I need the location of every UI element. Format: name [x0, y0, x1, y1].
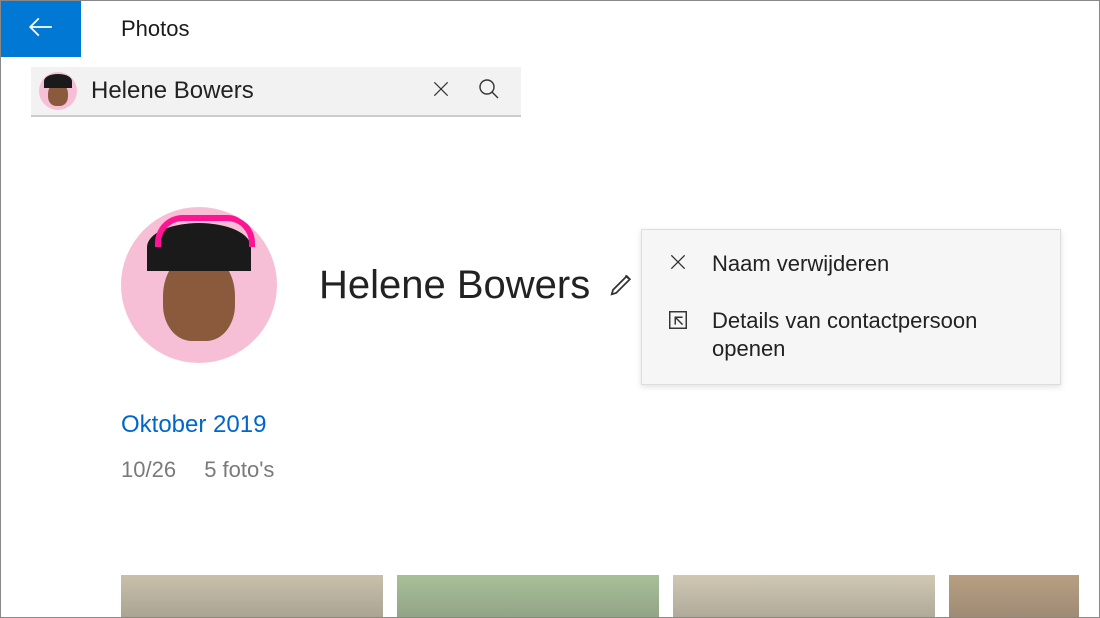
close-icon	[664, 252, 692, 272]
close-icon	[431, 79, 451, 104]
open-external-icon	[664, 309, 692, 331]
app-header: Photos	[1, 1, 1099, 57]
photo-thumbnail[interactable]	[673, 575, 935, 617]
edit-name-button[interactable]	[608, 268, 638, 303]
search-token-name: Helene Bowers	[91, 77, 417, 105]
pencil-icon	[608, 268, 638, 303]
date-meta: 10/26 5 foto's	[121, 457, 1099, 483]
search-avatar	[39, 72, 77, 110]
date-section: Oktober 2019 10/26 5 foto's	[121, 411, 1099, 483]
clear-search-button[interactable]	[417, 67, 465, 115]
menu-item-open-contact-details[interactable]: Details van contactpersoon openen	[642, 293, 1060, 378]
thumbnail-row	[121, 575, 1099, 617]
context-menu: Naam verwijderen Details van contactpers…	[641, 229, 1061, 385]
menu-item-label: Details van contactpersoon openen	[712, 307, 1038, 364]
menu-item-label: Naam verwijderen	[712, 250, 889, 279]
photo-thumbnail[interactable]	[121, 575, 383, 617]
date-day: 10/26	[121, 457, 176, 482]
search-icon	[477, 77, 501, 106]
month-link[interactable]: Oktober 2019	[121, 411, 1099, 439]
menu-item-remove-name[interactable]: Naam verwijderen	[642, 236, 1060, 293]
search-bar[interactable]: Helene Bowers	[31, 67, 521, 117]
photo-thumbnail[interactable]	[397, 575, 659, 617]
photo-thumbnail[interactable]	[949, 575, 1079, 617]
profile-avatar	[121, 207, 277, 363]
photo-count: 5 foto's	[204, 457, 274, 482]
back-arrow-icon	[28, 14, 54, 45]
profile-name: Helene Bowers	[319, 263, 590, 308]
search-button[interactable]	[465, 67, 513, 115]
back-button[interactable]	[1, 1, 81, 57]
app-title: Photos	[121, 16, 190, 42]
